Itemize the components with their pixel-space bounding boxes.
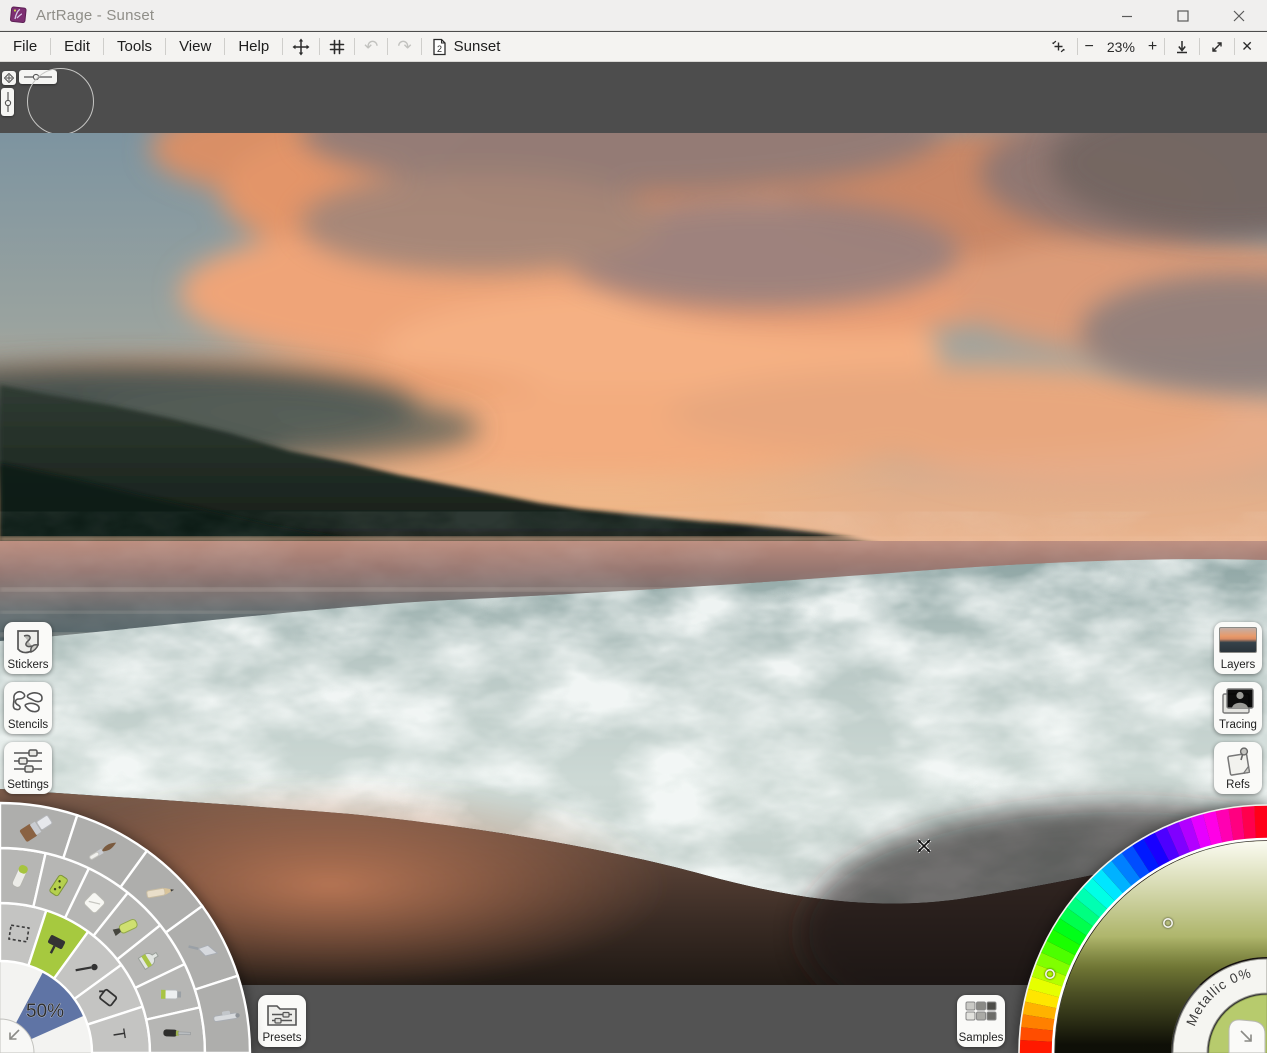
color-picker-collapse-button[interactable]	[1229, 1020, 1265, 1053]
tracing-button[interactable]: Tracing	[1214, 682, 1262, 734]
maximize-button[interactable]	[1155, 0, 1211, 31]
zoom-out-button[interactable]: −	[1078, 38, 1101, 56]
expand-icon	[1209, 39, 1225, 55]
color-picker-wheel: Metallic 0%	[1007, 793, 1267, 1053]
sticker-icon	[11, 625, 45, 659]
redo-icon: ↷	[397, 38, 411, 55]
minimize-icon	[1121, 10, 1133, 22]
vertical-slider-icon	[4, 91, 12, 113]
tool-picker-fan: T 50%	[0, 793, 260, 1053]
samples-button[interactable]: Samples	[957, 995, 1005, 1047]
layers-thumbnail	[1219, 627, 1257, 653]
tool-settings-bar	[0, 62, 1267, 133]
samples-grid-icon	[963, 998, 999, 1028]
document-name: Sunset	[454, 38, 501, 55]
menu-file[interactable]: File	[0, 38, 50, 55]
zoom-in-button[interactable]: +	[1141, 38, 1164, 56]
document-page-number: 2	[437, 44, 442, 54]
menubar: File Edit Tools View Help ↶ ↷	[0, 32, 1267, 62]
document-tab[interactable]: 2 Sunset	[422, 38, 511, 56]
settings-button[interactable]: Settings	[4, 742, 52, 794]
maximize-icon	[1177, 10, 1189, 22]
reset-rotation-button[interactable]	[1040, 32, 1077, 62]
presets-button[interactable]: Presets	[258, 995, 306, 1047]
export-icon	[1174, 39, 1190, 55]
menu-help[interactable]: Help	[225, 38, 282, 55]
tracing-label: Tracing	[1219, 719, 1257, 732]
presets-label: Presets	[263, 1032, 302, 1045]
settings-label: Settings	[7, 779, 49, 792]
menu-view[interactable]: View	[166, 38, 224, 55]
redo-button[interactable]: ↷	[388, 32, 420, 62]
document-icon: 2	[432, 38, 447, 56]
samples-label: Samples	[959, 1032, 1004, 1045]
refs-icon	[1221, 745, 1255, 779]
tool-size-value: 50%	[26, 1001, 64, 1022]
close-icon	[1233, 10, 1245, 22]
close-canvas-button[interactable]: ✕	[1235, 38, 1263, 55]
refs-button[interactable]: Refs	[1214, 742, 1262, 794]
window-title: ArtRage - Sunset	[36, 7, 154, 24]
precise-size-button[interactable]	[2, 71, 16, 85]
tracing-icon	[1220, 685, 1256, 717]
settings-sliders-icon	[11, 745, 45, 777]
move-canvas-button[interactable]	[283, 32, 319, 62]
window-controls	[1099, 0, 1267, 31]
stencils-label: Stencils	[8, 719, 48, 732]
transform-cursor-icon	[915, 837, 933, 855]
grid-button[interactable]	[320, 32, 354, 62]
expand-canvas-button[interactable]	[1200, 32, 1234, 62]
artrage-window: ArtRage - Sunset File Edit Tools View He…	[0, 0, 1267, 1053]
stencil-icon	[10, 685, 46, 719]
move-canvas-icon	[292, 38, 310, 56]
diamond-icon	[4, 73, 14, 83]
stickers-button[interactable]: Stickers	[4, 622, 52, 674]
zoom-level: 23%	[1101, 39, 1141, 55]
refs-label: Refs	[1226, 779, 1250, 792]
stickers-label: Stickers	[8, 659, 49, 672]
menu-edit[interactable]: Edit	[51, 38, 103, 55]
brush-size-preview[interactable]	[27, 68, 94, 135]
undo-button[interactable]: ↶	[355, 32, 387, 62]
artrage-logo-icon	[8, 5, 28, 25]
stencils-button[interactable]: Stencils	[4, 682, 52, 734]
window-titlebar: ArtRage - Sunset	[0, 0, 1267, 31]
close-button[interactable]	[1211, 0, 1267, 31]
grid-icon	[329, 39, 345, 55]
hue-arc-segment[interactable]	[1019, 1040, 1052, 1053]
presets-folder-icon	[264, 998, 300, 1030]
minimize-button[interactable]	[1099, 0, 1155, 31]
pressure-slider-toggle[interactable]	[1, 88, 14, 116]
menu-tools[interactable]: Tools	[104, 38, 165, 55]
undo-icon: ↶	[364, 38, 378, 55]
reset-rotation-icon	[1049, 37, 1068, 56]
layers-label: Layers	[1221, 659, 1256, 672]
export-button[interactable]	[1165, 32, 1199, 62]
layers-button[interactable]: Layers	[1214, 622, 1262, 674]
hue-arc-segment[interactable]	[1254, 805, 1267, 838]
